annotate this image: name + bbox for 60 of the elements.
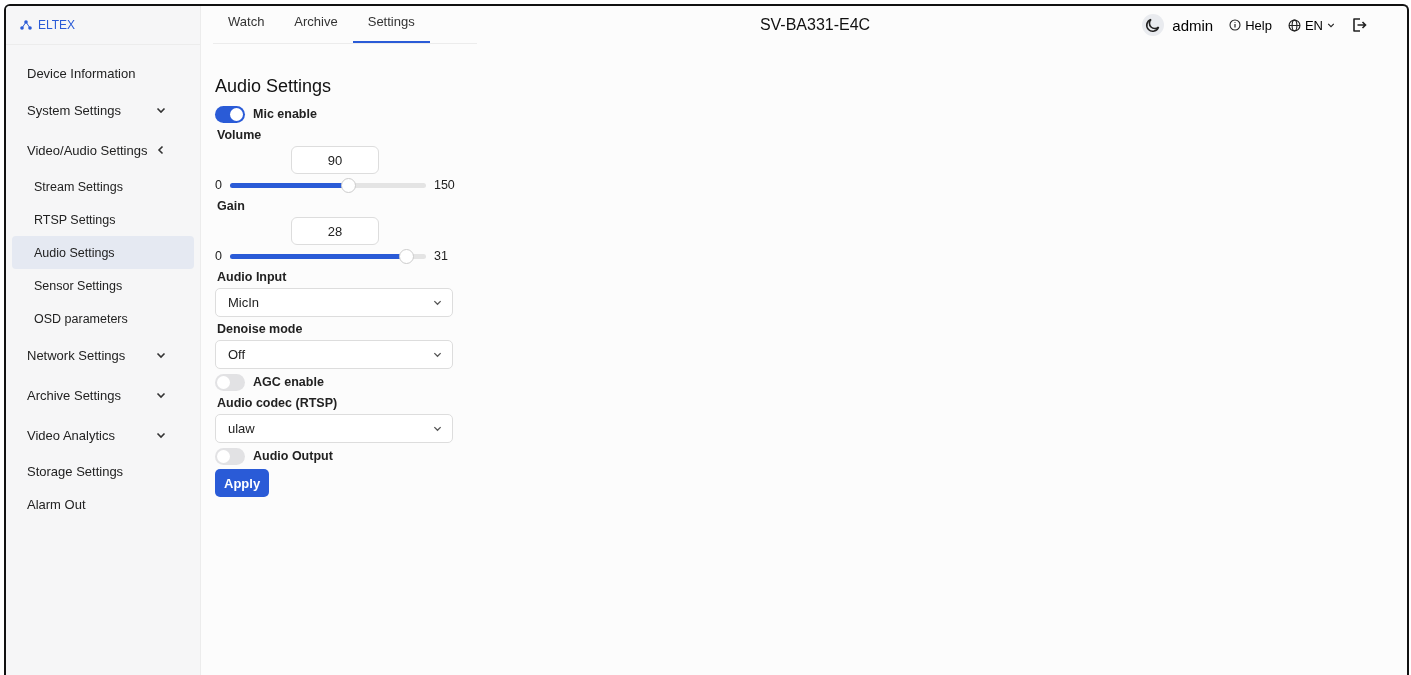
number-field[interactable]: 90 <box>291 146 379 174</box>
chevron-down-icon <box>433 350 442 359</box>
number-field[interactable]: 28 <box>291 217 379 245</box>
page-title: Audio Settings <box>215 76 332 97</box>
field-label: Audio codec (RTSP) <box>217 396 338 410</box>
info-icon <box>1229 19 1242 31</box>
sidebar-item[interactable]: Network Settings <box>12 335 194 375</box>
username: admin <box>1172 16 1214 34</box>
chevron-down-icon <box>156 430 166 440</box>
sidebar-subitem[interactable]: Audio Settings <box>12 236 194 269</box>
chevron-left-icon <box>156 145 166 155</box>
toggle-label: Audio Output <box>253 449 333 463</box>
field-label: Gain <box>217 199 245 213</box>
dropdown[interactable]: Off <box>215 340 453 369</box>
chevron-down-icon <box>156 350 166 360</box>
sidebar-item[interactable]: System Settings <box>12 90 194 130</box>
moon-icon[interactable] <box>1142 14 1165 36</box>
sidebar-item[interactable]: Archive Settings <box>12 375 194 415</box>
toggle-label: AGC enable <box>253 375 324 389</box>
sidebar-subitem[interactable]: Stream Settings <box>12 170 194 203</box>
dropdown[interactable]: MicIn <box>215 288 453 317</box>
logo-icon <box>20 20 32 30</box>
help-link[interactable]: Help <box>1229 17 1272 33</box>
brand-name: ELTEX <box>38 18 76 32</box>
sidebar-item[interactable]: Device Information <box>12 57 194 90</box>
tab[interactable]: Archive <box>279 6 353 43</box>
toggle-switch[interactable] <box>215 105 245 123</box>
chevron-down-icon <box>156 390 166 400</box>
slider-min: 0 <box>215 178 222 192</box>
device-title: SV-BA331-E4C <box>759 16 871 34</box>
sidebar-subitem[interactable]: RTSP Settings <box>12 203 194 236</box>
sidebar-subitem[interactable]: OSD parameters <box>12 302 194 335</box>
chevron-down-icon <box>433 298 442 307</box>
slider-thumb[interactable] <box>340 177 356 193</box>
toggle-switch[interactable] <box>215 447 245 465</box>
sidebar-item[interactable]: Video/Audio Settings <box>12 130 194 170</box>
apply-button[interactable]: Apply <box>215 469 270 497</box>
chevron-down-icon <box>433 424 442 433</box>
sidebar-item[interactable]: Storage Settings <box>12 455 194 488</box>
tab[interactable]: Settings <box>352 6 430 43</box>
sidebar-item[interactable]: Alarm Out <box>12 488 194 521</box>
field-label: Denoise mode <box>217 322 303 336</box>
globe-icon <box>1287 18 1301 32</box>
sidebar-subitem[interactable]: Sensor Settings <box>12 269 194 302</box>
language-selector[interactable]: EN <box>1287 17 1335 33</box>
toggle-label: Mic enable <box>253 107 317 121</box>
slider-track[interactable] <box>229 182 426 188</box>
sidebar-item[interactable]: Video Analytics <box>12 415 194 455</box>
field-label: Volume <box>217 128 262 142</box>
slider-thumb[interactable] <box>399 248 415 264</box>
dropdown[interactable]: ulaw <box>215 414 453 443</box>
slider-max: 31 <box>433 249 448 263</box>
chevron-down-icon <box>156 105 166 115</box>
tab[interactable]: Watch <box>213 6 280 43</box>
slider-min: 0 <box>215 249 222 263</box>
chevron-down-icon <box>1327 21 1335 29</box>
logout-icon[interactable] <box>1351 17 1367 33</box>
toggle-switch[interactable] <box>215 373 245 391</box>
slider-max: 150 <box>433 178 455 192</box>
field-label: Audio Input <box>217 270 287 284</box>
